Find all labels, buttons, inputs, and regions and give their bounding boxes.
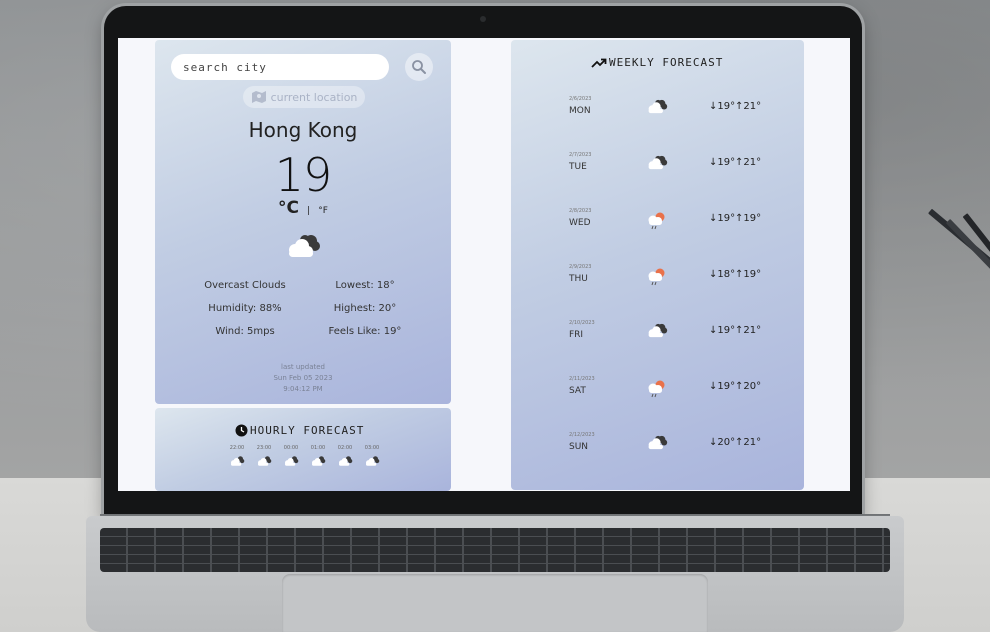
day-high: ↑21° xyxy=(735,437,762,448)
day-high: ↑19° xyxy=(735,269,762,280)
search-bar xyxy=(171,53,433,81)
day-name: FRI xyxy=(569,330,584,340)
unit-toggle: °C | °F xyxy=(155,198,451,218)
keyboard xyxy=(100,528,890,572)
day-high: ↑21° xyxy=(735,101,762,112)
cloudy-icon xyxy=(258,456,272,466)
weekly-forecast-title: WEEKLY FORECAST xyxy=(591,56,723,69)
cloudy-icon xyxy=(645,434,669,455)
day-date: 2/12/2023 xyxy=(569,432,595,438)
city-name: Hong Kong xyxy=(248,118,358,142)
day-low: ↓19° xyxy=(709,325,736,336)
feels-like-text: Feels Like: 19° xyxy=(328,326,402,337)
day-date: 2/10/2023 xyxy=(569,320,595,326)
hourly-item: 03:00 xyxy=(362,444,382,471)
day-date: 2/9/2023 xyxy=(569,264,592,270)
weekly-forecast-label: WEEKLY FORECAST xyxy=(609,56,724,69)
day-name: MON xyxy=(569,106,591,116)
weekly-forecast-panel: WEEKLY FORECAST 2/6/2023 MON ↓19° ↑21° 2… xyxy=(511,40,804,490)
hourly-item: 00:00 xyxy=(281,444,301,471)
cloudy-icon xyxy=(645,322,669,343)
hour-time: 23:00 xyxy=(256,445,272,451)
hourly-item: 22:00 xyxy=(227,444,247,471)
search-button[interactable] xyxy=(405,53,433,81)
cloudy-icon xyxy=(645,154,669,175)
weather-stats: Overcast Clouds Lowest: 18° Humidity: 88… xyxy=(185,280,425,349)
weekly-day-row: 2/11/2023 SAT ↓19° ↑20° xyxy=(569,374,769,404)
lowest-temp: Lowest: 18° xyxy=(335,280,395,291)
hour-time: 03:00 xyxy=(364,445,380,451)
cloudy-icon xyxy=(285,456,299,466)
sun-rain-icon xyxy=(645,378,669,402)
search-input[interactable] xyxy=(171,54,389,80)
unit-separator: | xyxy=(307,206,311,216)
cloudy-icon xyxy=(231,456,245,466)
humidity-text: Humidity: 88% xyxy=(208,303,282,314)
search-icon xyxy=(412,60,426,74)
hour-time: 02:00 xyxy=(337,445,353,451)
day-high: ↑21° xyxy=(735,157,762,168)
sun-rain-icon xyxy=(645,210,669,234)
clock-icon xyxy=(235,424,248,437)
day-name: SUN xyxy=(569,442,589,452)
map-icon xyxy=(251,91,266,103)
weekly-day-row: 2/6/2023 MON ↓19° ↑21° xyxy=(569,94,769,124)
cloudy-icon xyxy=(339,456,353,466)
weekly-day-row: 2/10/2023 FRI ↓19° ↑21° xyxy=(569,318,769,348)
laptop-screen: current location Hong Kong 19 °C | °F Ov… xyxy=(118,38,850,491)
wind-text: Wind: 5mps xyxy=(215,326,275,337)
cloudy-icon xyxy=(312,456,326,466)
last-updated-time: 9:04:12 PM xyxy=(283,385,323,393)
day-name: TUE xyxy=(569,162,587,172)
last-updated: last updated Sun Feb 05 2023 9:04:12 PM xyxy=(155,362,451,395)
day-low: ↓19° xyxy=(709,381,736,392)
highest-temp: Highest: 20° xyxy=(333,303,397,314)
hour-time: 01:00 xyxy=(310,445,326,451)
last-updated-label: last updated xyxy=(281,363,325,371)
fahrenheit-toggle[interactable]: °F xyxy=(318,206,328,216)
weekly-day-row: 2/12/2023 SUN ↓20° ↑21° xyxy=(569,430,769,460)
day-date: 2/6/2023 xyxy=(569,96,592,102)
hourly-list: 22:00 23:00 00:00 01:00 02:00 03:00 xyxy=(227,444,382,471)
trackpad xyxy=(282,574,708,632)
day-name: THU xyxy=(569,274,588,284)
day-low: ↓18° xyxy=(709,269,736,280)
hourly-forecast-label: HOURLY FORECAST xyxy=(250,424,365,437)
hourly-forecast-title: HOURLY FORECAST xyxy=(235,424,364,437)
cloudy-icon xyxy=(283,232,323,264)
cloudy-icon xyxy=(366,456,380,466)
day-name: SAT xyxy=(569,386,586,396)
weekly-day-row: 2/8/2023 WED ↓19° ↑19° xyxy=(569,206,769,236)
day-high: ↑20° xyxy=(735,381,762,392)
current-location-button[interactable]: current location xyxy=(243,86,365,108)
current-location-label: current location xyxy=(270,90,358,104)
hourly-item: 02:00 xyxy=(335,444,355,471)
last-updated-date: Sun Feb 05 2023 xyxy=(273,374,333,382)
celsius-toggle[interactable]: °C xyxy=(278,198,299,218)
hourly-item: 01:00 xyxy=(308,444,328,471)
day-name: WED xyxy=(569,218,591,228)
trending-up-icon xyxy=(591,58,607,68)
day-high: ↑19° xyxy=(735,213,762,224)
current-temperature: 19 xyxy=(274,148,333,202)
weekly-day-row: 2/9/2023 THU ↓18° ↑19° xyxy=(569,262,769,292)
day-date: 2/8/2023 xyxy=(569,208,592,214)
condition-text: Overcast Clouds xyxy=(204,280,286,291)
current-weather-panel: current location Hong Kong 19 °C | °F Ov… xyxy=(155,40,451,404)
hour-time: 22:00 xyxy=(229,445,245,451)
day-low: ↓19° xyxy=(709,213,736,224)
day-date: 2/11/2023 xyxy=(569,376,595,382)
day-low: ↓19° xyxy=(709,157,736,168)
cloudy-icon xyxy=(645,98,669,119)
hourly-forecast-panel: HOURLY FORECAST 22:00 23:00 00:00 01:00 … xyxy=(155,408,451,491)
day-date: 2/7/2023 xyxy=(569,152,592,158)
hour-time: 00:00 xyxy=(283,445,299,451)
day-low: ↓20° xyxy=(709,437,736,448)
sun-rain-icon xyxy=(645,266,669,290)
camera-dot xyxy=(480,16,486,22)
hourly-item: 23:00 xyxy=(254,444,274,471)
day-high: ↑21° xyxy=(735,325,762,336)
day-low: ↓19° xyxy=(709,101,736,112)
weekly-day-row: 2/7/2023 TUE ↓19° ↑21° xyxy=(569,150,769,180)
